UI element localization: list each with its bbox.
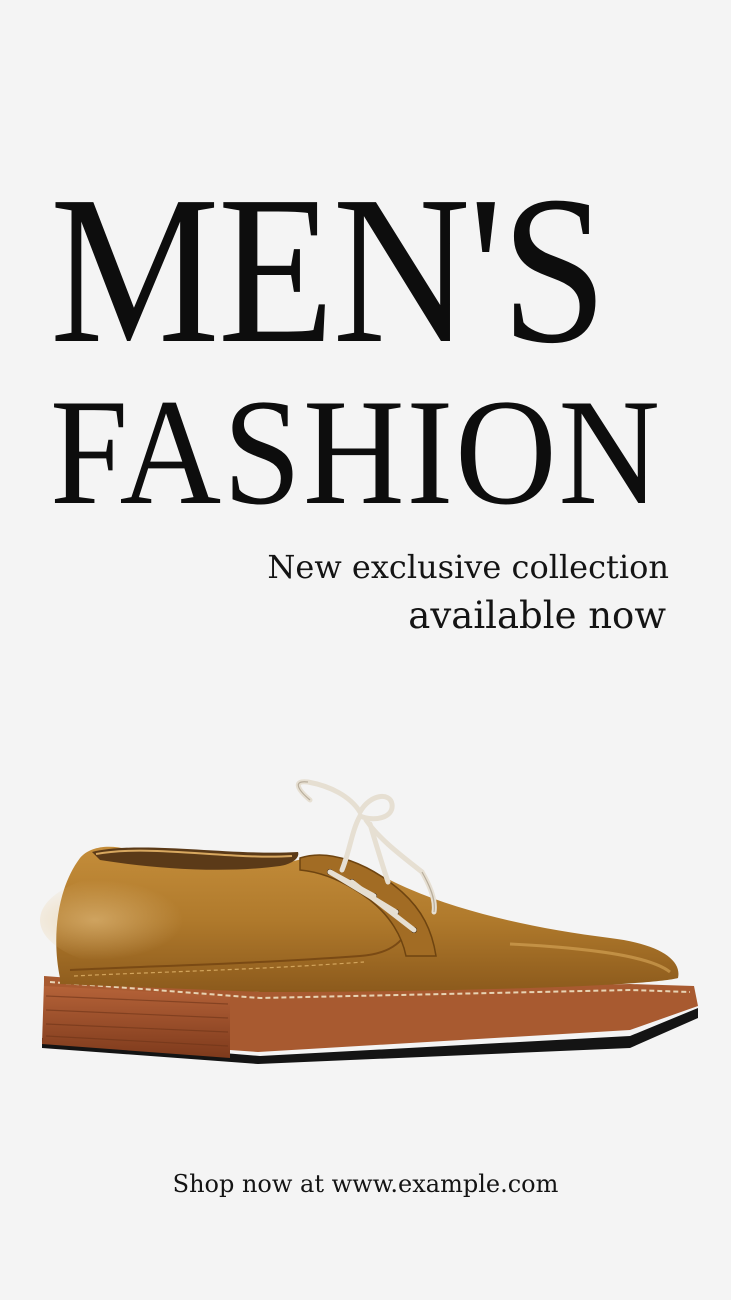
headline-fashion: FASHION: [50, 368, 662, 536]
poster: MEN'S FASHION New exclusive collection a…: [0, 0, 731, 1300]
tagline-line-2: available now: [408, 594, 666, 637]
tagline-line-1: New exclusive collection: [267, 548, 669, 586]
product-image-shoe: [30, 760, 710, 1080]
shop-now-link-text[interactable]: Shop now at www.example.com: [0, 1170, 731, 1198]
headline-mens: MEN'S: [50, 152, 607, 387]
shoe-illustration: [40, 779, 698, 1064]
